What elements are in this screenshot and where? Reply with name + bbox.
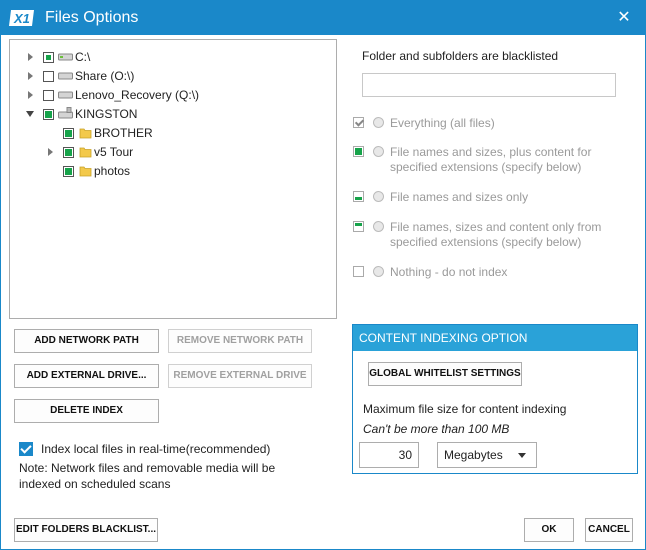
max-size-label: Maximum file size for content indexing <box>363 402 567 416</box>
tree-node-label: photos <box>94 164 131 178</box>
tree-node-brother[interactable]: BROTHER <box>10 124 330 142</box>
size-unit-select[interactable]: Megabytes <box>437 442 537 468</box>
option-label-line2: specified extensions (specify below) <box>390 235 582 249</box>
tree-checkbox[interactable] <box>43 71 54 82</box>
expand-arrow-icon[interactable] <box>28 91 33 99</box>
tree-checkbox[interactable] <box>63 128 74 139</box>
files-options-window: X1 Files Options ✕ C:\ Share (O:\) Lenov… <box>0 0 646 550</box>
option-checkbox[interactable] <box>353 117 364 128</box>
tree-node-v5-tour[interactable]: v5 Tour <box>10 143 330 161</box>
option-label: Nothing - do not index <box>390 265 508 279</box>
tree-node-c-drive[interactable]: C:\ <box>10 48 330 66</box>
expand-arrow-icon[interactable] <box>28 53 33 61</box>
option-radio[interactable] <box>373 221 384 232</box>
option-radio[interactable] <box>373 266 384 277</box>
tree-checkbox[interactable] <box>63 166 74 177</box>
expand-arrow-icon[interactable] <box>28 72 33 80</box>
size-unit-value: Megabytes <box>444 448 503 462</box>
panel-header: CONTENT INDEXING OPTION <box>353 325 637 351</box>
size-limit-note: Can't be more than 100 MB <box>363 422 510 436</box>
close-icon[interactable]: ✕ <box>615 9 633 27</box>
option-checkbox[interactable] <box>353 146 364 157</box>
option-names-sizes-content[interactable]: File names and sizes, plus content for s… <box>353 145 633 177</box>
title-bar: X1 Files Options ✕ <box>1 1 645 35</box>
option-label: File names, sizes and content only from <box>390 220 602 234</box>
cancel-button[interactable]: CANCEL <box>585 518 633 542</box>
expand-arrow-icon[interactable] <box>48 148 53 156</box>
option-checkbox[interactable] <box>353 266 364 277</box>
option-radio[interactable] <box>373 117 384 128</box>
ok-button[interactable]: OK <box>524 518 574 542</box>
remove-network-path-button[interactable]: REMOVE NETWORK PATH <box>168 329 312 353</box>
collapse-arrow-icon[interactable] <box>26 111 34 117</box>
option-nothing[interactable]: Nothing - do not index <box>353 265 633 281</box>
delete-index-button[interactable]: DELETE INDEX <box>14 399 159 423</box>
svg-text:X1: X1 <box>13 11 30 26</box>
tree-node-photos[interactable]: photos <box>10 162 330 180</box>
dropdown-arrow-icon <box>518 453 526 458</box>
tree-checkbox[interactable] <box>43 90 54 101</box>
option-checkbox[interactable] <box>353 221 364 232</box>
blacklist-heading: Folder and subfolders are blacklisted <box>362 49 559 63</box>
folder-icon <box>79 128 92 139</box>
realtime-label: Index local files in real-time(recommend… <box>41 442 271 456</box>
option-names-sizes-only[interactable]: File names and sizes only <box>353 190 633 206</box>
blacklist-field[interactable] <box>362 73 616 97</box>
option-radio[interactable] <box>373 146 384 157</box>
network-drive-icon <box>58 72 73 80</box>
option-checkbox[interactable] <box>353 191 364 202</box>
tree-checkbox[interactable] <box>63 147 74 158</box>
option-label-line2: specified extensions (specify below) <box>390 160 582 174</box>
option-label: File names and sizes, plus content for <box>390 145 592 159</box>
add-external-drive-button[interactable]: ADD EXTERNAL DRIVE... <box>14 364 159 388</box>
option-label: File names and sizes only <box>390 190 529 204</box>
tree-node-label: C:\ <box>75 50 91 64</box>
folder-tree[interactable]: C:\ Share (O:\) Lenovo_Recovery (Q:\) KI… <box>9 39 337 319</box>
tree-node-lenovo-recovery[interactable]: Lenovo_Recovery (Q:\) <box>10 86 330 104</box>
note-line-1: Note: Network files and removable media … <box>19 461 276 475</box>
option-everything[interactable]: Everything (all files) <box>353 116 633 132</box>
add-network-path-button[interactable]: ADD NETWORK PATH <box>14 329 159 353</box>
realtime-checkbox[interactable] <box>19 442 33 456</box>
remove-external-drive-button[interactable]: REMOVE EXTERNAL DRIVE <box>168 364 312 388</box>
global-whitelist-button[interactable]: GLOBAL WHITELIST SETTINGS <box>368 362 522 386</box>
option-radio[interactable] <box>373 191 384 202</box>
option-names-sizes-content-only[interactable]: File names, sizes and content only from … <box>353 220 633 252</box>
drive-icon <box>58 53 73 61</box>
window-title: Files Options <box>45 9 139 26</box>
tree-node-label: Lenovo_Recovery (Q:\) <box>75 88 200 102</box>
edit-folders-blacklist-button[interactable]: EDIT FOLDERS BLACKLIST... <box>14 518 158 542</box>
usb-drive-icon <box>58 107 73 119</box>
tree-checkbox[interactable] <box>43 52 54 63</box>
note-line-2: indexed on scheduled scans <box>19 477 171 491</box>
content-indexing-panel: CONTENT INDEXING OPTION GLOBAL WHITELIST… <box>352 324 638 474</box>
folder-icon <box>79 147 92 158</box>
tree-node-kingston[interactable]: KINGSTON <box>10 105 330 123</box>
option-label: Everything (all files) <box>390 116 495 130</box>
x1-logo-icon: X1 <box>9 10 34 26</box>
folder-icon <box>79 166 92 177</box>
drive-icon <box>58 91 73 99</box>
tree-checkbox[interactable] <box>43 109 54 120</box>
tree-node-label: Share (O:\) <box>75 69 135 83</box>
tree-node-share[interactable]: Share (O:\) <box>10 67 330 85</box>
tree-node-label: v5 Tour <box>94 145 134 159</box>
max-size-input[interactable]: 30 <box>359 442 419 468</box>
tree-node-label: KINGSTON <box>75 107 138 121</box>
tree-node-label: BROTHER <box>94 126 153 140</box>
